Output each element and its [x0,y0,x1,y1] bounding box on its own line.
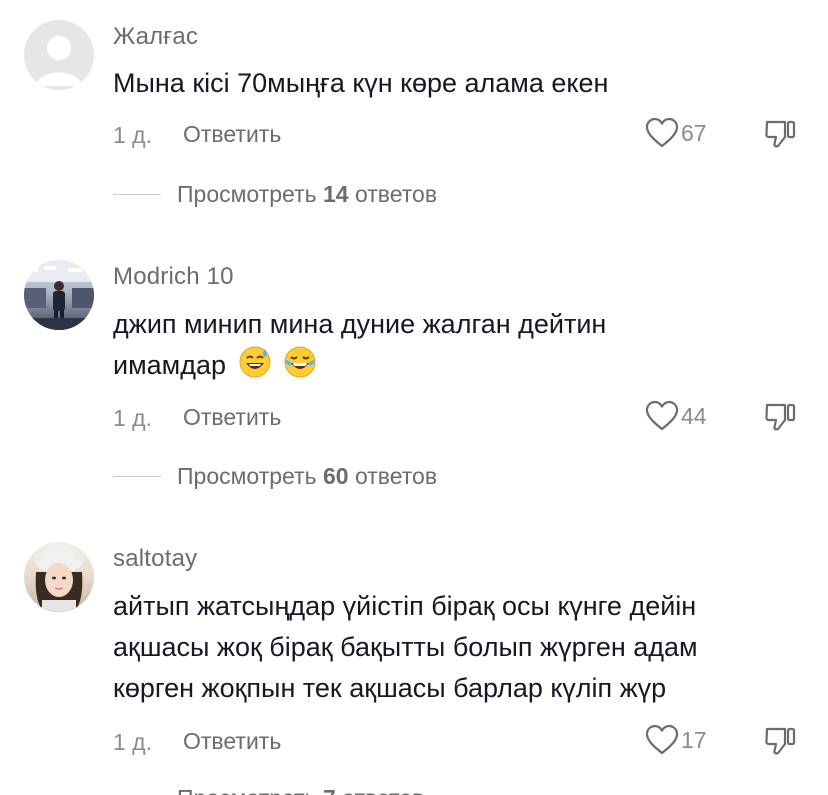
avatar-photo[interactable] [24,542,94,612]
like-count: 44 [681,402,707,429]
heart-icon [645,117,679,148]
dislike-button[interactable] [763,725,797,762]
divider [113,194,161,195]
portrait-photo [33,546,85,612]
avatar-default[interactable] [24,20,94,90]
view-replies-label: Просмотреть 60 ответов [177,463,438,489]
comment-time: 1 д. [113,729,152,755]
dislike-button[interactable] [763,401,797,438]
comment-text-line: айтып жатсыңдар үйістіп бірақ осы күнге … [113,591,697,621]
comment-text: айтып жатсыңдар үйістіп бірақ осы күнге … [113,586,813,709]
view-replies-label: Просмотреть 7 ответов [177,785,424,795]
thumbs-down-icon [765,403,796,431]
view-replies-label: Просмотреть 14 ответов [177,181,438,207]
comment-text-line: джип минип мина дуние жалган дейтин [113,309,607,339]
comment-text-line: ақшасы жоқ бірақ бақытты болып жүрген ад… [113,632,698,662]
dislike-button[interactable] [763,118,797,155]
like-button[interactable]: 67 [645,117,707,149]
reply-button[interactable]: Ответить [183,121,281,148]
view-replies[interactable]: Просмотреть 7 ответов [113,785,424,795]
comment-text: Мына кісі 70мыңға күн көре алама екен [113,68,609,98]
reply-button[interactable]: Ответить [183,728,281,755]
like-button[interactable]: 44 [645,400,707,432]
heart-icon [645,400,679,431]
comment-time: 1 д. [113,405,152,431]
like-button[interactable]: 17 [645,724,707,756]
comment-text-line: көрген жоқпын тек ақшасы барлар күліп жү… [113,673,667,703]
view-replies[interactable]: Просмотреть 14 ответов [113,181,437,208]
reply-button[interactable]: Ответить [183,404,281,431]
comment-text-line: имамдар [113,350,227,380]
divider [113,476,161,477]
like-count: 17 [681,726,707,753]
sweat-smile-emoji [239,346,271,378]
comment-text: джип минип мина дуние жалган дейтин имам… [113,304,813,386]
view-replies[interactable]: Просмотреть 60 ответов [113,463,437,490]
thumbs-down-icon [765,120,796,148]
like-count: 67 [681,119,707,146]
heart-icon [645,724,679,755]
comment-text-line-with-emoji: имамдар [113,345,813,386]
comment-username[interactable]: Modrich 10 [113,263,234,291]
comment-username[interactable]: saltotay [113,545,197,573]
thumbs-down-icon [765,727,796,755]
comment-time: 1 д. [113,122,152,148]
gym-photo [24,260,94,330]
joy-emoji [284,346,316,378]
default-user-icon [36,36,82,86]
comment-username[interactable]: Жалғас [113,23,198,51]
avatar-photo[interactable] [24,260,94,330]
